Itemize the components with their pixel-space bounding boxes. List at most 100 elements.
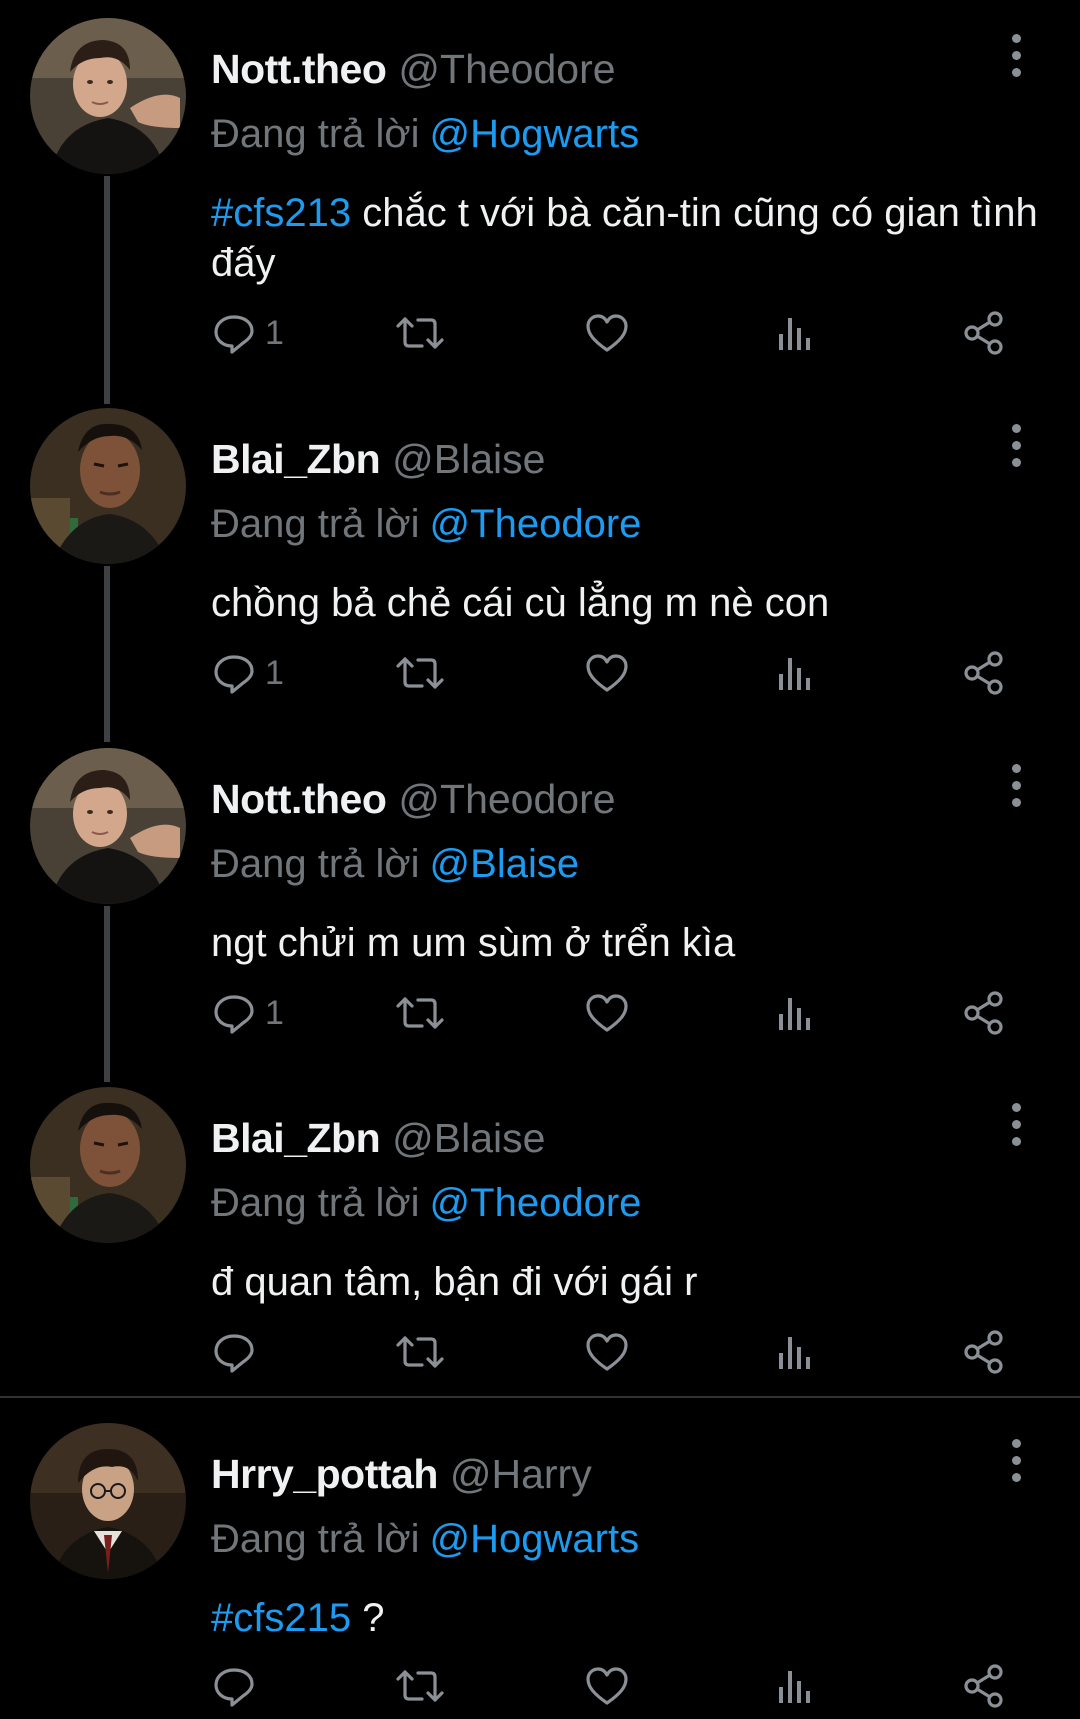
replying-to-label: Đang trả lời xyxy=(211,502,420,546)
reply-bubble-icon xyxy=(214,655,254,694)
like-button[interactable] xyxy=(584,1661,630,1711)
views-bars-icon xyxy=(779,998,810,1030)
user-handle[interactable]: @Blaise xyxy=(392,1115,545,1162)
tweet-header: Blai_Zbn @Blaise xyxy=(211,1115,545,1165)
share-icon xyxy=(964,1330,1003,1374)
reply-count: 1 xyxy=(265,993,284,1032)
retweet-button[interactable] xyxy=(394,1661,446,1711)
avatar[interactable] xyxy=(30,748,186,904)
display-name[interactable]: Blai_Zbn xyxy=(211,1115,381,1162)
like-button[interactable] xyxy=(584,308,630,358)
reply-button[interactable]: 1 xyxy=(211,308,284,358)
tweet-header: Hrry_pottah @Harry xyxy=(211,1451,592,1501)
conversation-divider xyxy=(0,1396,1080,1398)
replying-to-mention[interactable]: @Theodore xyxy=(430,502,642,546)
avatar[interactable] xyxy=(30,1087,186,1243)
tweet-actions xyxy=(211,1661,1011,1711)
more-vertical-icon[interactable] xyxy=(1005,424,1027,470)
share-button[interactable] xyxy=(961,1327,1007,1377)
replying-to-label: Đang trả lời xyxy=(211,842,420,886)
more-vertical-icon[interactable] xyxy=(1005,1439,1027,1485)
retweet-icon xyxy=(396,657,444,689)
share-icon xyxy=(964,311,1003,355)
replying-to-mention[interactable]: @Theodore xyxy=(430,1181,642,1225)
reply-bubble-icon xyxy=(214,1334,254,1373)
retweet-icon xyxy=(396,997,444,1029)
replying-to-line: Đang trả lời @Blaise xyxy=(211,842,579,887)
replying-to-mention[interactable]: @Hogwarts xyxy=(430,112,640,156)
tweet-text: đ quan tâm, bận đi với gái r xyxy=(211,1257,1051,1307)
tweet-text: chồng bả chẻ cái cù lẳng m nè con xyxy=(211,578,1051,628)
share-icon xyxy=(964,1664,1003,1708)
reply-bubble-icon xyxy=(214,315,254,354)
replying-to-line: Đang trả lời @Hogwarts xyxy=(211,112,639,157)
retweet-button[interactable] xyxy=(394,1327,446,1377)
replying-to-mention[interactable]: @Hogwarts xyxy=(430,1517,640,1561)
hashtag-link[interactable]: #cfs215 xyxy=(211,1596,351,1640)
display-name[interactable]: Nott.theo xyxy=(211,776,387,823)
tweet-body: chồng bả chẻ cái cù lẳng m nè con xyxy=(211,581,830,625)
display-name[interactable]: Nott.theo xyxy=(211,46,387,93)
tweet[interactable]: Nott.theo @Theodore Đang trả lời @Hogwart… xyxy=(0,18,1080,368)
more-vertical-icon[interactable] xyxy=(1005,34,1027,80)
share-button[interactable] xyxy=(961,648,1007,698)
retweet-icon xyxy=(396,1670,444,1702)
display-name[interactable]: Hrry_pottah xyxy=(211,1451,438,1498)
share-button[interactable] xyxy=(961,308,1007,358)
reply-button[interactable] xyxy=(211,1327,265,1377)
display-name[interactable]: Blai_Zbn xyxy=(211,436,381,483)
replying-to-mention[interactable]: @Blaise xyxy=(430,842,580,886)
replying-to-line: Đang trả lời @Theodore xyxy=(211,502,641,547)
user-handle[interactable]: @Harry xyxy=(450,1451,592,1498)
user-handle[interactable]: @Theodore xyxy=(398,46,615,93)
avatar[interactable] xyxy=(30,408,186,564)
avatar[interactable] xyxy=(30,18,186,174)
tweet-header: Nott.theo @Theodore xyxy=(211,776,616,826)
user-handle[interactable]: @Theodore xyxy=(398,776,615,823)
tweet[interactable]: Hrry_pottah @Harry Đang trả lời @Hogwarts… xyxy=(0,1423,1080,1719)
replying-to-label: Đang trả lời xyxy=(211,112,420,156)
views-button[interactable] xyxy=(775,648,815,698)
tweet-body: ? xyxy=(351,1596,385,1640)
reply-button[interactable]: 1 xyxy=(211,648,284,698)
avatar-blaise-image xyxy=(30,1087,186,1243)
reply-button[interactable]: 1 xyxy=(211,988,284,1038)
tweet-text: ngt chửi m um sùm ở trển kìa xyxy=(211,918,1051,968)
tweet[interactable]: Nott.theo @Theodore Đang trả lời @Blaise … xyxy=(0,748,1080,1058)
avatar-theodore-image xyxy=(30,18,186,174)
views-button[interactable] xyxy=(775,988,815,1038)
replying-to-label: Đang trả lời xyxy=(211,1517,420,1561)
replying-to-line: Đang trả lời @Theodore xyxy=(211,1181,641,1226)
like-button[interactable] xyxy=(584,648,630,698)
tweet[interactable]: Blai_Zbn @Blaise Đang trả lời @Theodore đ… xyxy=(0,1087,1080,1397)
tweet-actions: 1 xyxy=(211,648,1011,698)
tweet[interactable]: Blai_Zbn @Blaise Đang trả lời @Theodore c… xyxy=(0,408,1080,718)
tweet-header: Nott.theo @Theodore xyxy=(211,46,616,96)
tweet-actions xyxy=(211,1327,1011,1377)
like-button[interactable] xyxy=(584,988,630,1038)
views-button[interactable] xyxy=(775,1327,815,1377)
retweet-button[interactable] xyxy=(394,648,446,698)
reply-count: 1 xyxy=(265,653,284,692)
user-handle[interactable]: @Blaise xyxy=(392,436,545,483)
more-vertical-icon[interactable] xyxy=(1005,1103,1027,1149)
reply-button[interactable] xyxy=(211,1661,265,1711)
like-button[interactable] xyxy=(584,1327,630,1377)
share-button[interactable] xyxy=(961,988,1007,1038)
retweet-button[interactable] xyxy=(394,988,446,1038)
hashtag-link[interactable]: #cfs213 xyxy=(211,191,351,235)
heart-icon xyxy=(586,994,628,1032)
retweet-icon xyxy=(396,317,444,349)
tweet-actions: 1 xyxy=(211,988,1011,1038)
reply-bubble-icon xyxy=(214,995,254,1034)
avatar-harry-image xyxy=(30,1423,186,1579)
avatar[interactable] xyxy=(30,1423,186,1579)
views-button[interactable] xyxy=(775,1661,815,1711)
more-vertical-icon[interactable] xyxy=(1005,764,1027,810)
tweet-actions: 1 xyxy=(211,308,1011,358)
tweet-text: #cfs215 ? xyxy=(211,1593,1051,1643)
retweet-button[interactable] xyxy=(394,308,446,358)
views-button[interactable] xyxy=(775,308,815,358)
reply-bubble-icon xyxy=(214,1668,254,1707)
share-button[interactable] xyxy=(961,1661,1007,1711)
